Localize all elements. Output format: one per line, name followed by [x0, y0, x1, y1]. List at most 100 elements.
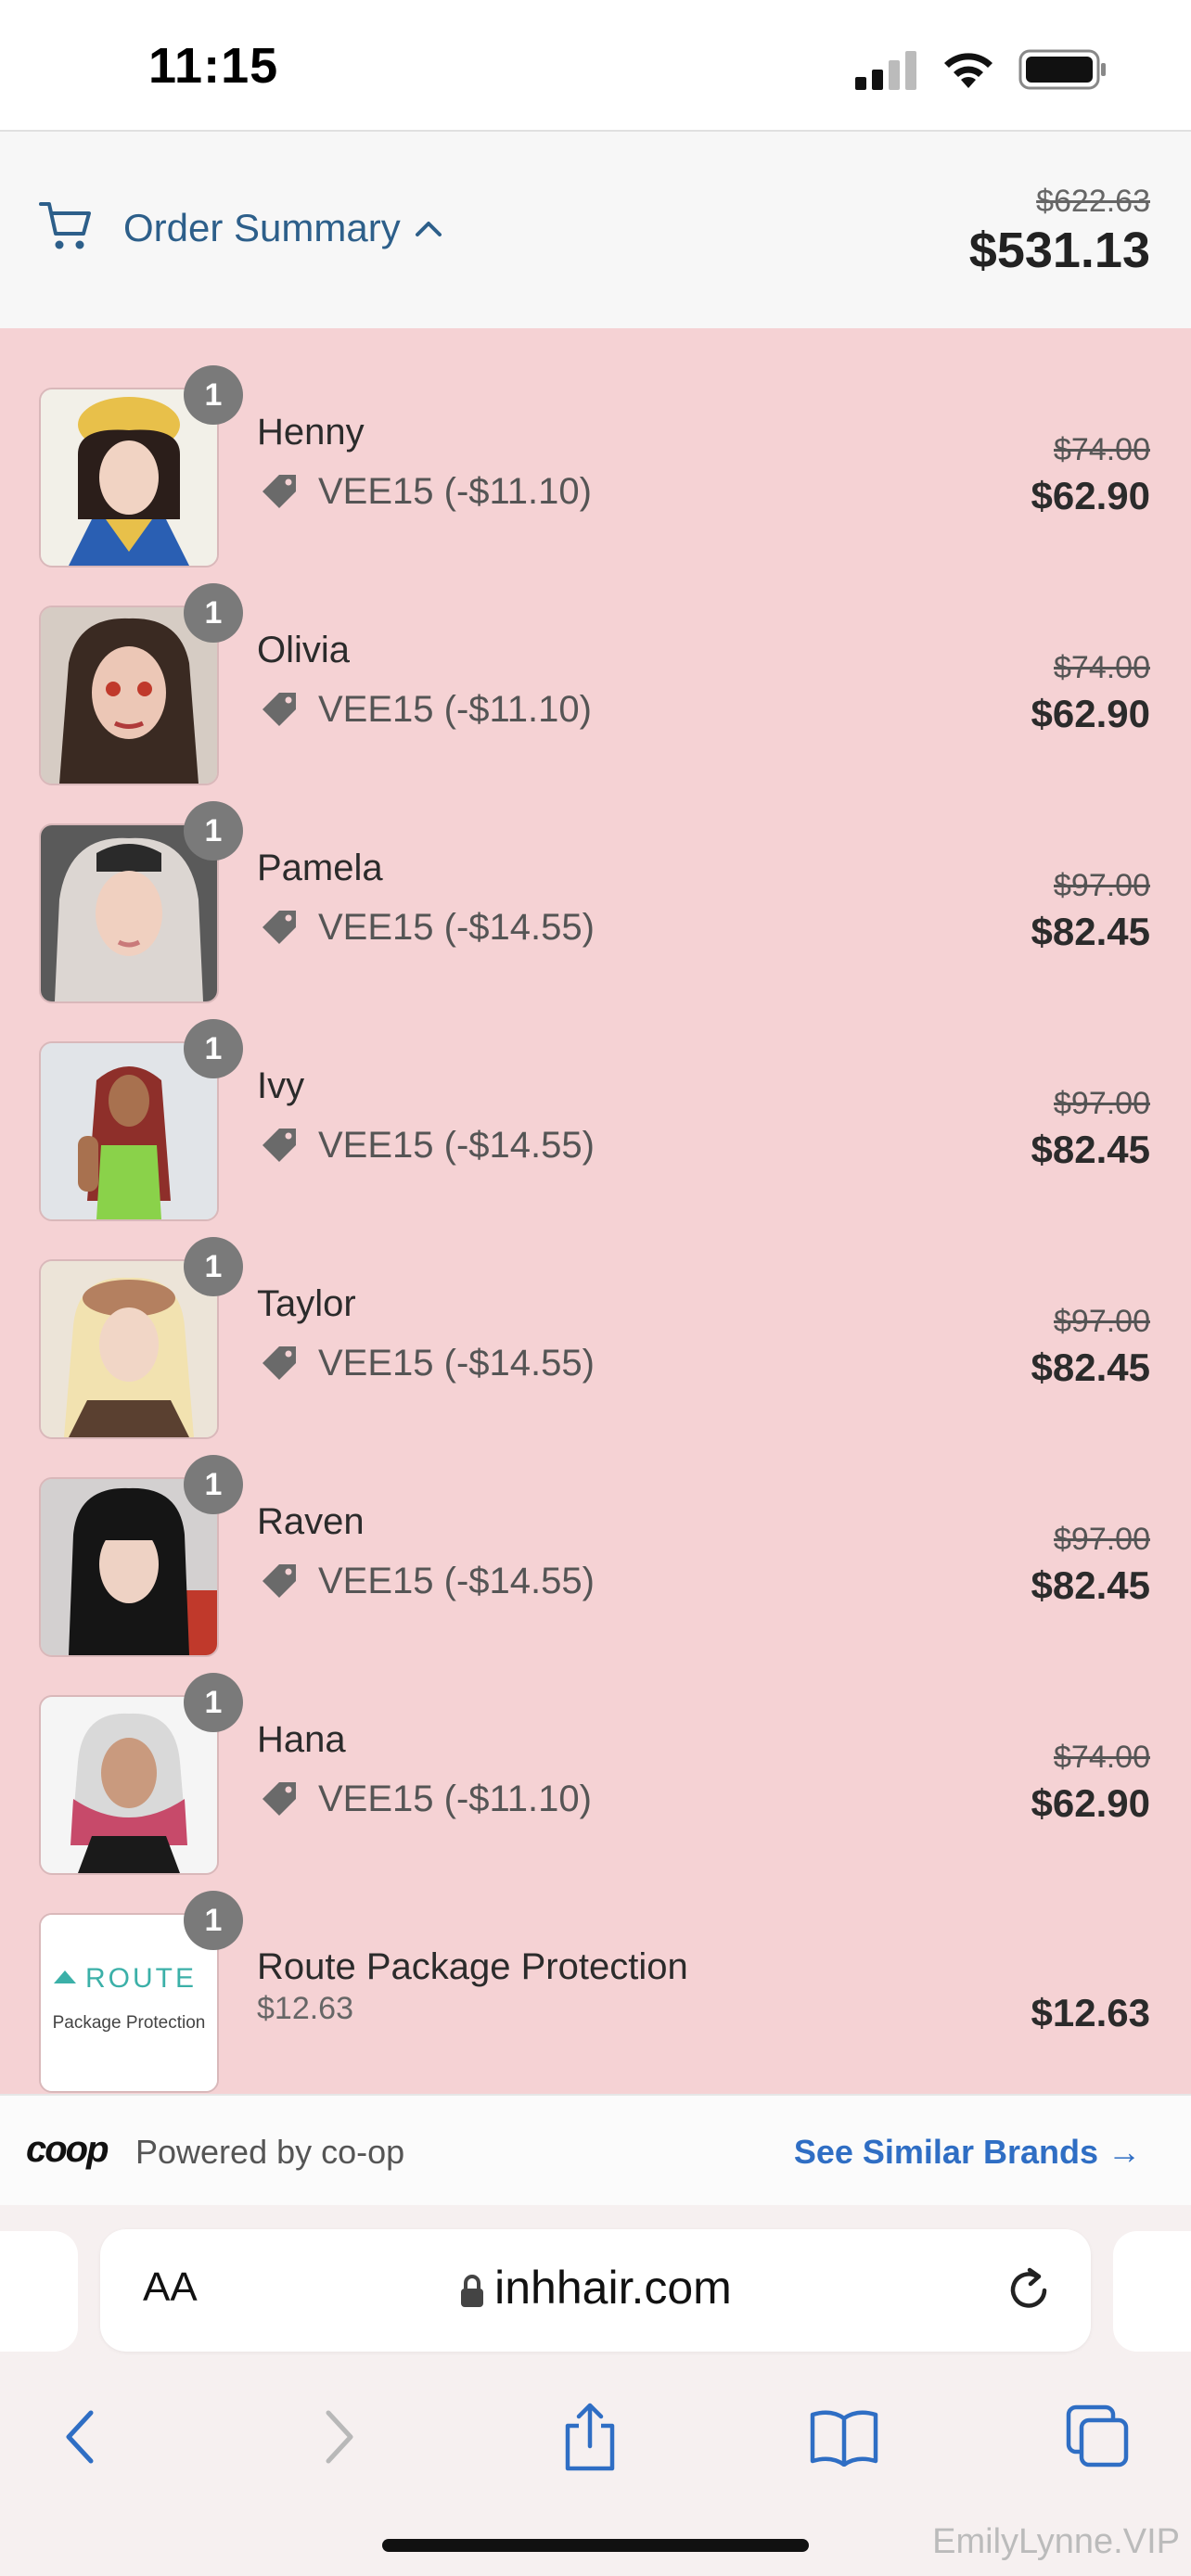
quantity-badge: 1	[184, 365, 243, 425]
item-original-price: $97.00	[1054, 1304, 1150, 1339]
item-discount: VEE15 (-$11.10)	[257, 469, 592, 514]
quantity-badge: 1	[184, 1237, 243, 1296]
item-name: Route Package Protection	[257, 1946, 688, 1987]
chevron-up-icon	[415, 222, 442, 236]
route-logo-subtext: Package Protection	[53, 2013, 206, 2033]
battery-icon	[1018, 49, 1106, 90]
order-summary-label: Order Summary	[123, 206, 401, 249]
browser-toolbar: AA inhhair.com	[0, 2205, 1191, 2576]
product-image	[41, 1697, 217, 1873]
book-icon	[810, 2410, 878, 2467]
item-name: Raven	[257, 1501, 365, 1542]
share-button[interactable]	[544, 2391, 636, 2483]
item-discount: VEE15 (-$14.55)	[257, 1123, 595, 1167]
order-item: 1 Olivia VEE15 (-$11.10) $74.00 $62.90	[0, 546, 1191, 785]
item-price: $62.90	[1031, 692, 1150, 735]
discount-code: VEE15 (-$11.10)	[318, 1778, 592, 1819]
tabs-button[interactable]	[1052, 2391, 1145, 2483]
discount-code: VEE15 (-$11.10)	[318, 470, 592, 512]
item-price: $12.63	[1031, 1991, 1150, 2034]
item-discount: VEE15 (-$14.55)	[257, 905, 595, 950]
home-indicator	[382, 2539, 809, 2552]
coop-bar: coop Powered by co-op See Similar Brands…	[0, 2094, 1191, 2207]
quantity-badge: 1	[184, 1019, 243, 1078]
product-image	[41, 1479, 217, 1655]
tag-icon	[263, 1129, 296, 1162]
order-item: 1 Henny VEE15 (-$11.10) $74.00 $62.90	[0, 328, 1191, 567]
discount-code: VEE15 (-$14.55)	[318, 1560, 595, 1601]
item-prices: $97.00 $82.45	[1031, 1522, 1150, 1608]
status-bar: 11:15	[0, 0, 1191, 130]
cart-icon	[39, 202, 91, 249]
item-prices: $97.00 $82.45	[1031, 868, 1150, 954]
item-name: Hana	[257, 1719, 346, 1760]
item-prices: $74.00 $62.90	[1031, 1740, 1150, 1826]
order-item: 1 Raven VEE15 (-$14.55) $97.00 $82.45	[0, 1418, 1191, 1657]
item-prices: $74.00 $62.90	[1031, 432, 1150, 518]
item-discount: VEE15 (-$14.55)	[257, 1559, 595, 1603]
order-summary-bar[interactable]: Order Summary $622.63 $531.13	[0, 130, 1191, 330]
item-prices: $74.00 $62.90	[1031, 650, 1150, 736]
url-text-wrap: inhhair.com	[100, 2261, 1091, 2315]
item-original-price: $74.00	[1054, 432, 1150, 467]
forward-button[interactable]	[293, 2391, 386, 2483]
browser-nav-row	[0, 2391, 1191, 2502]
item-original-price: $97.00	[1054, 868, 1150, 903]
item-price: $62.90	[1031, 474, 1150, 517]
order-item-route: ROUTE Package Protection 1 Route Package…	[0, 1854, 1191, 2093]
product-image	[41, 1043, 217, 1219]
quantity-badge: 1	[184, 801, 243, 861]
address-bar[interactable]: AA inhhair.com	[100, 2229, 1091, 2352]
item-price: $82.45	[1031, 1563, 1150, 1607]
summary-prices: $622.63 $531.13	[969, 184, 1150, 279]
tag-icon	[263, 1782, 296, 1816]
product-image	[41, 389, 217, 566]
chevron-right-icon	[326, 2410, 353, 2464]
bookmarks-button[interactable]	[798, 2391, 890, 2483]
product-image	[41, 825, 217, 1001]
signal-icon	[855, 51, 916, 90]
tag-icon	[263, 1564, 296, 1598]
item-original-price: $97.00	[1054, 1522, 1150, 1557]
discount-code: VEE15 (-$14.55)	[318, 906, 595, 948]
quantity-badge: 1	[184, 1673, 243, 1732]
order-item: 1 Pamela VEE15 (-$14.55) $97.00 $82.45	[0, 764, 1191, 1003]
coop-powered-text: Powered by co-op	[135, 2133, 405, 2171]
coop-logo: coop	[26, 2129, 109, 2170]
item-price: $82.45	[1031, 1345, 1150, 1389]
quantity-badge: 1	[184, 1891, 243, 1950]
quantity-badge: 1	[184, 1455, 243, 1514]
next-tab-preview[interactable]	[1113, 2231, 1191, 2352]
item-price: $82.45	[1031, 1128, 1150, 1171]
item-price: $62.90	[1031, 1781, 1150, 1825]
product-image	[41, 607, 217, 784]
item-discount: VEE15 (-$11.10)	[257, 1777, 592, 1821]
discount-code: VEE15 (-$14.55)	[318, 1342, 595, 1384]
route-logo-text: ROUTE	[85, 1963, 197, 1994]
summary-original-total: $622.63	[1036, 184, 1150, 219]
product-image	[41, 1261, 217, 1437]
item-name: Ivy	[257, 1065, 305, 1106]
discount-code: VEE15 (-$14.55)	[318, 1124, 595, 1166]
order-items-list: 1 Henny VEE15 (-$11.10) $74.00 $62.90 1 …	[0, 328, 1191, 2094]
item-discount: VEE15 (-$14.55)	[257, 1341, 595, 1385]
discount-code: VEE15 (-$11.10)	[318, 688, 592, 730]
item-prices: $97.00 $82.45	[1031, 1304, 1150, 1390]
order-summary-toggle[interactable]: Order Summary	[123, 206, 443, 250]
share-icon	[565, 2403, 615, 2471]
item-price: $82.45	[1031, 910, 1150, 953]
see-similar-brands-link[interactable]: See Similar Brands →	[794, 2133, 1141, 2172]
tag-icon	[263, 1346, 296, 1380]
order-item: 1 Hana VEE15 (-$11.10) $74.00 $62.90	[0, 1636, 1191, 1875]
order-item: 1 Taylor VEE15 (-$14.55) $97.00 $82.45	[0, 1200, 1191, 1439]
tag-icon	[263, 475, 296, 508]
back-button[interactable]	[33, 2391, 126, 2483]
previous-tab-preview[interactable]	[0, 2231, 78, 2352]
item-original-price: $74.00	[1054, 650, 1150, 685]
item-name: Olivia	[257, 630, 351, 670]
route-logo: ROUTE Package Protection	[41, 1915, 217, 2091]
status-time: 11:15	[148, 38, 279, 94]
reload-icon[interactable]	[1002, 2263, 1056, 2316]
item-subprice: $12.63	[257, 1991, 353, 2026]
tabs-icon	[1066, 2404, 1129, 2468]
